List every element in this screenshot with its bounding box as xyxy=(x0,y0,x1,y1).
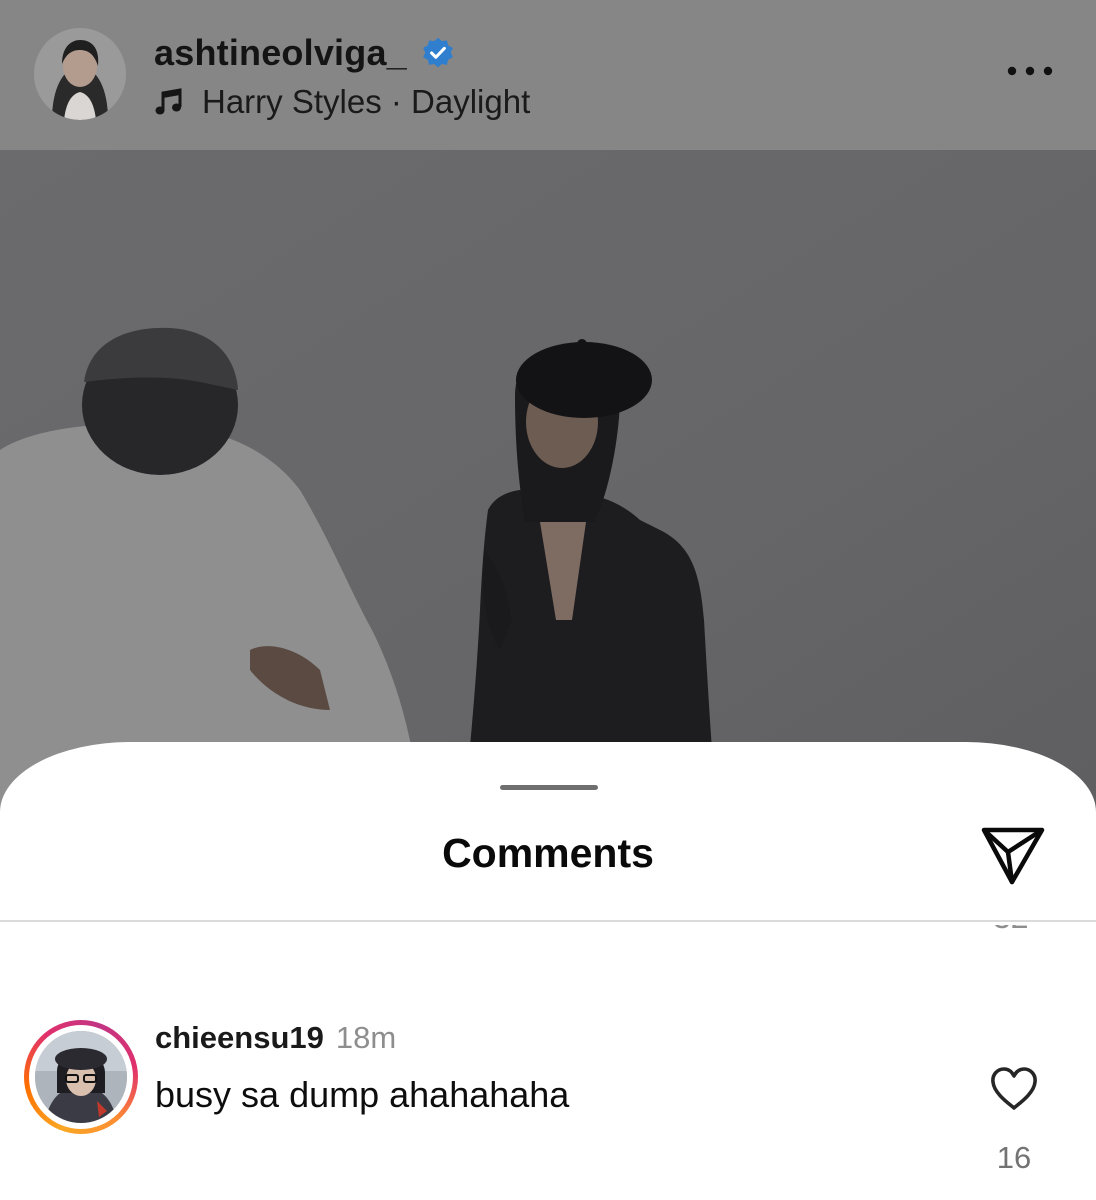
sheet-drag-handle[interactable] xyxy=(500,785,598,790)
commenter-avatar xyxy=(35,1031,127,1123)
commenter-avatar-story-ring[interactable] xyxy=(24,1020,138,1134)
instagram-post-screen: ashtineolviga_ Harry Styles · Daylight C… xyxy=(0,0,1096,1200)
music-row[interactable]: Harry Styles · Daylight xyxy=(154,80,530,124)
post-username[interactable]: ashtineolviga_ xyxy=(154,32,407,74)
comments-title: Comments xyxy=(442,830,654,876)
music-note-icon xyxy=(155,88,182,115)
heart-icon[interactable] xyxy=(989,1066,1039,1112)
post-header: ashtineolviga_ Harry Styles · Daylight xyxy=(0,0,1096,150)
profile-avatar[interactable] xyxy=(34,28,126,120)
comment-like-count[interactable]: 16 xyxy=(964,1140,1064,1176)
music-label: Harry Styles · Daylight xyxy=(202,83,531,120)
scrolled-like-count: 32 xyxy=(993,925,1035,929)
comment-username[interactable]: chieensu19 xyxy=(155,1020,324,1056)
comments-sheet: Comments 32 xyxy=(0,742,1096,1200)
more-options-icon[interactable] xyxy=(1004,56,1056,86)
sheet-divider xyxy=(0,920,1096,922)
comment-text: busy sa dump ahahahaha xyxy=(155,1074,570,1115)
verified-badge-icon xyxy=(423,37,453,68)
comment-meta: chieensu19 18m xyxy=(155,1020,396,1060)
username-row: ashtineolviga_ xyxy=(154,30,455,76)
comment-timestamp: 18m xyxy=(335,1020,397,1055)
send-icon[interactable] xyxy=(978,822,1048,888)
